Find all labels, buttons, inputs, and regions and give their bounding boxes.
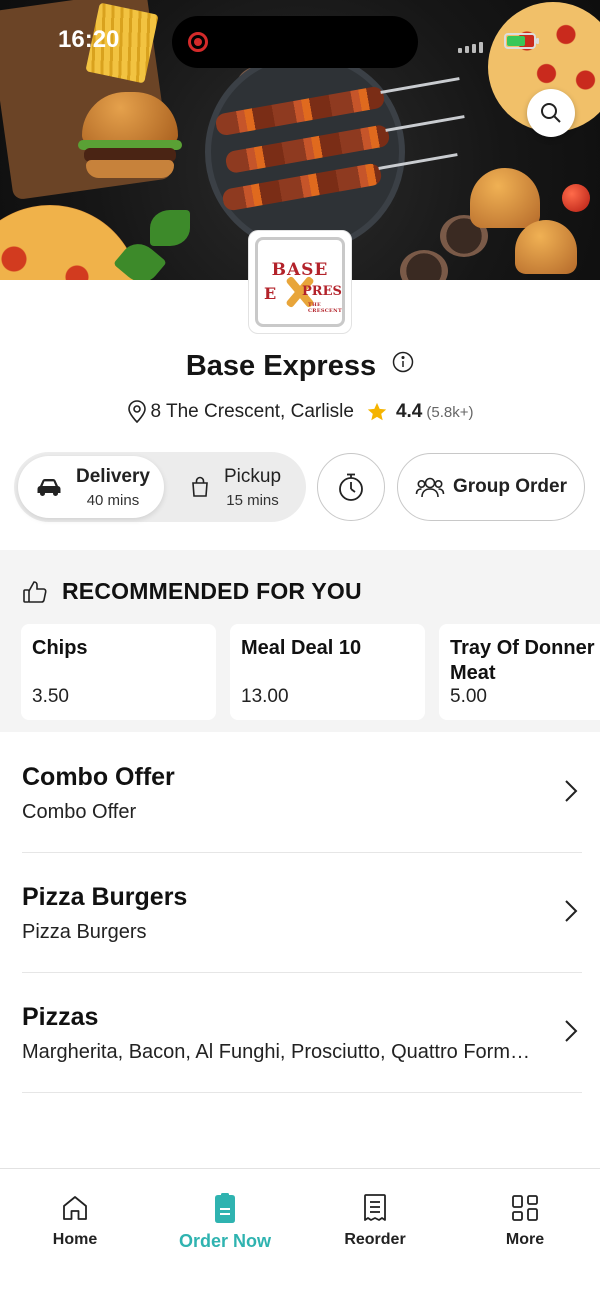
pickup-option[interactable]: Pickup 15 mins [172,456,302,518]
schedule-button[interactable] [317,453,385,521]
nav-more-label: More [505,1231,545,1248]
logo-text: PRESS [302,284,342,299]
recommended-card[interactable]: Chips 3.50 [21,624,216,720]
pickup-label: Pickup [224,465,282,487]
category-row[interactable]: Pizza Burgers Pizza Burgers [22,853,582,973]
order-icon [215,1193,235,1223]
info-button[interactable] [392,348,414,381]
search-button[interactable] [527,89,575,137]
pickup-time: 15 mins [226,491,279,509]
category-title: Combo Offer [22,763,175,791]
restaurant-name: Base Express [185,350,377,382]
location-pin-icon [127,400,146,424]
delivery-label: Delivery [76,465,150,487]
recommended-item-price: 5.00 [450,686,487,707]
status-time: 16:20 [58,26,120,53]
category-title: Pizzas [22,1003,99,1031]
signal-icon [458,42,483,53]
recommended-item-price: 13.00 [241,686,289,707]
car-icon [37,479,61,496]
dynamic-island [172,16,418,68]
restaurant-name-row: Base Express [0,350,600,383]
chevron-right-icon [565,900,578,922]
logo-text: E [264,284,277,303]
category-description: Pizza Burgers [22,921,147,943]
onion-bowl-image [400,250,448,280]
tomato-image [562,184,590,212]
burger-image [515,220,577,274]
thumbs-up-icon [23,580,47,603]
group-order-label: Group Order [452,476,567,497]
category-description: Margherita, Bacon, Al Funghi, Prosciutto… [22,1041,532,1063]
search-icon [541,103,561,123]
shopping-bag-icon [192,476,208,497]
restaurant-meta: 8 The Crescent, Carlisle 4.4 (5.8k+) [0,400,600,424]
home-icon [63,1196,87,1220]
chevron-right-icon [565,780,578,802]
recommended-section: RECOMMENDED FOR YOU Chips 3.50 Meal Deal… [0,550,600,732]
category-title: Pizza Burgers [22,883,188,911]
group-icon [415,477,445,498]
herb-image [150,210,190,246]
recommended-header: RECOMMENDED FOR YOU [22,578,362,605]
delivery-time: 40 mins [86,491,140,509]
rating-value: 4.4 [395,401,423,422]
nav-reorder[interactable]: Reorder [300,1169,450,1300]
stopwatch-icon [339,473,363,501]
category-row[interactable]: Combo Offer Combo Offer [22,733,582,853]
category-row[interactable]: Pizzas Margherita, Bacon, Al Funghi, Pro… [22,973,582,1093]
group-order-button[interactable]: Group Order [397,453,585,521]
burger-image [470,168,540,228]
recommended-card[interactable]: Tray Of Donner Meat 5.00 [439,624,600,720]
recommended-item-price: 3.50 [32,686,69,707]
nav-reorder-label: Reorder [344,1231,406,1248]
nav-home-label: Home [52,1231,98,1248]
recording-icon [188,32,208,52]
nav-more[interactable]: More [450,1169,600,1300]
receipt-icon [364,1194,386,1221]
grid-icon [512,1195,538,1221]
info-icon [392,351,414,373]
category-description: Combo Offer [22,801,137,823]
nav-order-now-label: Order Now [178,1231,271,1251]
order-mode-toggle: Delivery 40 mins Pickup 15 mins [14,452,306,522]
recommended-item-name: Chips [32,637,88,659]
logo-tagline: THE CRESCENT [308,302,343,314]
recommended-card[interactable]: Meal Deal 10 13.00 [230,624,425,720]
delivery-option[interactable]: Delivery 40 mins [18,456,164,518]
nav-order-now[interactable]: Order Now [150,1169,300,1300]
recommended-item-name: Tray Of Donner Meat [450,637,595,684]
recommended-title: RECOMMENDED FOR YOU [62,578,362,604]
restaurant-logo: BASE E PRESS THE CRESCENT [248,230,352,334]
star-icon [367,402,387,421]
chevron-right-icon [565,1020,578,1042]
recommended-item-name: Meal Deal 10 [241,637,362,659]
burger-image [78,92,182,178]
restaurant-address: 8 The Crescent, Carlisle [150,401,354,422]
bottom-nav: Home Order Now Reorder More [0,1168,600,1300]
battery-icon [504,33,539,49]
nav-home[interactable]: Home [0,1169,150,1300]
rating-count: (5.8k+) [426,403,474,421]
